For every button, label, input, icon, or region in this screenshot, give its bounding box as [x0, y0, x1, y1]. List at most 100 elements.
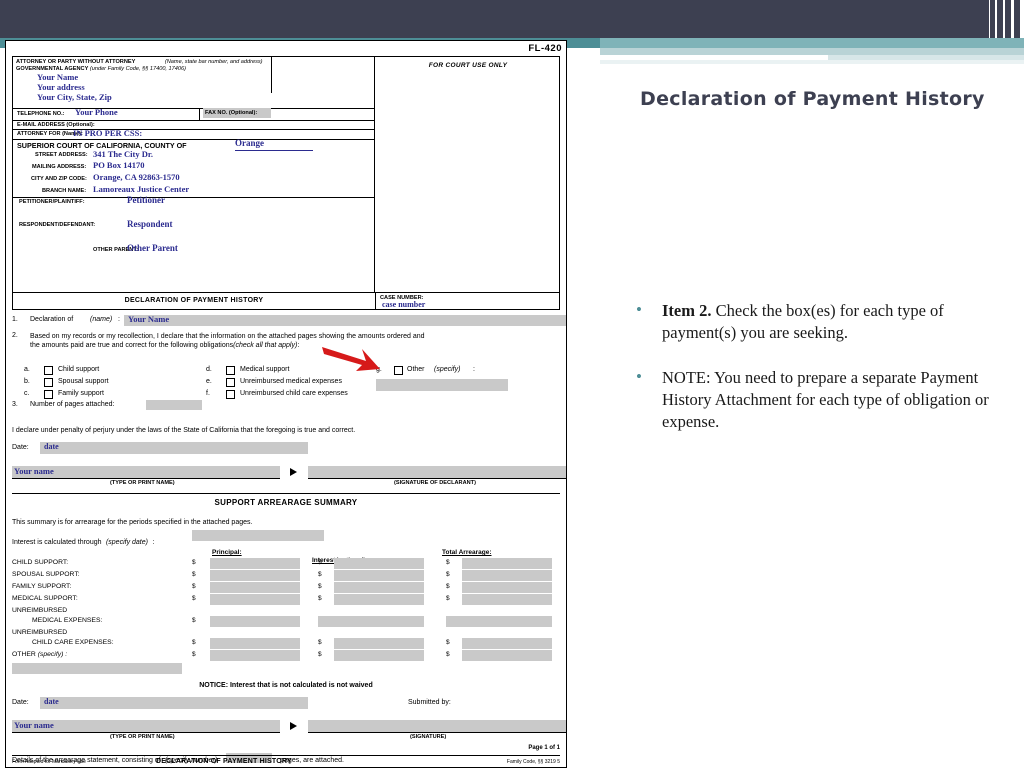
arrearage-total-input[interactable]	[462, 582, 552, 593]
dollar-sign: $	[318, 583, 322, 590]
dollar-sign: $	[446, 583, 450, 590]
arrearage-interest-input[interactable]	[334, 594, 424, 605]
header-divider-vert	[271, 57, 272, 93]
item1-italic: (name)	[90, 316, 113, 323]
option-b-label: Spousal support	[58, 378, 109, 385]
attorney-label: ATTORNEY OR PARTY WITHOUT ATTORNEY (Name…	[16, 59, 372, 73]
submitted-by-label: Submitted by:	[408, 699, 451, 706]
attorney-label-line1: ATTORNEY OR PARTY WITHOUT ATTORNEY	[16, 59, 136, 65]
item2-number: 2.	[12, 332, 18, 339]
arrearage-total-input[interactable]	[462, 570, 552, 581]
arrearage-principal-input[interactable]	[210, 650, 300, 661]
item2-line2-italic: (check all that apply)	[233, 342, 298, 350]
county-underline	[235, 150, 313, 151]
option-c-label: Family support	[58, 390, 104, 397]
arrearage-other-input[interactable]	[12, 663, 182, 674]
form-header-left: ATTORNEY OR PARTY WITHOUT ATTORNEY (Name…	[13, 57, 375, 292]
petitioner-label: PETITIONER/PLAINTIFF:	[19, 199, 85, 205]
bullet-strong: Item 2.	[662, 301, 712, 320]
footer-left: Form Adopted for Mandatory Use	[12, 759, 86, 765]
date-input[interactable]	[40, 442, 308, 454]
doc-title-bar: DECLARATION OF PAYMENT HISTORY CASE NUMB…	[12, 293, 560, 310]
telephone-value: Your Phone	[75, 107, 118, 117]
arrearage-print-name-rule	[12, 732, 280, 733]
footer-right: Family Code, §§ 3219 5	[506, 759, 560, 765]
arrearage-row-label: SPOUSAL SUPPORT:	[12, 571, 80, 578]
option-d-checkbox[interactable]	[226, 366, 235, 375]
citystate-value: Orange, CA 92863-1570	[93, 172, 180, 182]
arrearage-interest-input[interactable]	[334, 558, 424, 569]
arrearage-interest-input[interactable]	[334, 650, 424, 661]
bullet-item: NOTE: You need to prepare a separate Pay…	[628, 366, 998, 434]
header-rule-3	[13, 129, 375, 130]
dollar-sign: $	[318, 639, 322, 646]
arrearage-interest-input[interactable]	[334, 570, 424, 581]
dollar-sign: $	[446, 651, 450, 658]
option-g-checkbox[interactable]	[394, 366, 403, 375]
arrearage-total-input[interactable]	[462, 594, 552, 605]
arrearage-interest-input[interactable]	[334, 582, 424, 593]
arrearage-row-label: UNREIMBURSED	[12, 629, 68, 636]
arrearage-principal-input[interactable]	[210, 616, 300, 627]
option-g-label: Other	[407, 366, 425, 373]
bullet-list: Item 2. Check the box(es) for each type …	[628, 299, 998, 455]
footer-center: DECLARATION OF PAYMENT HISTORY	[156, 758, 292, 765]
arrearage-principal-input[interactable]	[210, 570, 300, 581]
option-d-label: Medical support	[240, 366, 290, 373]
item1-input[interactable]	[124, 315, 566, 326]
dollar-sign: $	[318, 651, 322, 658]
respondent-label: RESPONDENT/DEFENDANT:	[19, 222, 96, 228]
item2-line1: Based on my records or my recollection, …	[30, 333, 425, 340]
dollar-sign: $	[446, 595, 450, 602]
arrearage-date-input[interactable]	[40, 697, 308, 709]
mailing-label: MAILING ADDRESS:	[32, 164, 87, 170]
teal-gradient-3	[600, 60, 1024, 64]
item1-row: 1. Declaration of (name) : Your Name	[12, 314, 566, 327]
arrearage-interest-input[interactable]	[334, 638, 424, 649]
red-arrow-annotation	[322, 347, 380, 371]
band-stripe-1	[1020, 0, 1024, 38]
arrearage-row-label2: MEDICAL EXPENSES:	[32, 617, 103, 624]
arrearage-row-label: OTHER (specify) :	[12, 651, 68, 658]
street-label: STREET ADDRESS:	[35, 152, 88, 158]
arrearage-signature-arrow-icon	[290, 722, 297, 730]
arrearage-principal-input[interactable]	[210, 558, 300, 569]
arrearage-signature-rule	[308, 732, 566, 733]
signature-input[interactable]	[308, 466, 566, 478]
item3-input[interactable]	[146, 400, 202, 410]
arrearage-total-input[interactable]	[446, 616, 552, 627]
arrearage-total-input[interactable]	[462, 650, 552, 661]
attorney-label-line1-italic: (Name, state bar number, and address)	[164, 59, 263, 65]
attorney-address-value: Your address	[37, 82, 85, 92]
footer-rule	[12, 755, 560, 756]
option-f-checkbox[interactable]	[226, 390, 235, 399]
arrearage-total-input[interactable]	[462, 558, 552, 569]
arrearage-principal-input[interactable]	[210, 638, 300, 649]
arrearage-total-input[interactable]	[462, 638, 552, 649]
dollar-sign: $	[192, 617, 196, 624]
for-court-use-box: FOR COURT USE ONLY	[375, 57, 561, 292]
dollar-sign: $	[446, 639, 450, 646]
attorney-name-value: Your Name	[37, 72, 79, 82]
interest-date-input[interactable]	[192, 530, 324, 541]
option-g-input[interactable]	[376, 379, 508, 391]
court-county-value: Orange	[235, 138, 264, 148]
arrearage-title: SUPPORT ARREARAGE SUMMARY	[214, 498, 358, 507]
option-b-checkbox[interactable]	[44, 378, 53, 387]
fax-label: FAX NO. (Optional):	[205, 110, 258, 116]
arrearage-row-label: UNREIMBURSED	[12, 607, 68, 614]
form-header-box: ATTORNEY OR PARTY WITHOUT ATTORNEY (Name…	[12, 56, 560, 293]
option-e-label: Unreimbursed medical expenses	[240, 378, 342, 385]
arrearage-principal-input[interactable]	[210, 582, 300, 593]
arrearage-interest-input[interactable]	[318, 616, 424, 627]
slide-title: Declaration of Payment History	[640, 88, 985, 110]
option-e-checkbox[interactable]	[226, 378, 235, 387]
arrearage-principal-input[interactable]	[210, 594, 300, 605]
option-c-checkbox[interactable]	[44, 390, 53, 399]
option-a-checkbox[interactable]	[44, 366, 53, 375]
item1-text: Declaration of	[30, 316, 74, 323]
arrearage-signature-input[interactable]	[308, 720, 566, 732]
section-divider	[12, 493, 560, 494]
print-name-rule	[12, 478, 280, 479]
teal-bar-right	[600, 38, 1024, 48]
